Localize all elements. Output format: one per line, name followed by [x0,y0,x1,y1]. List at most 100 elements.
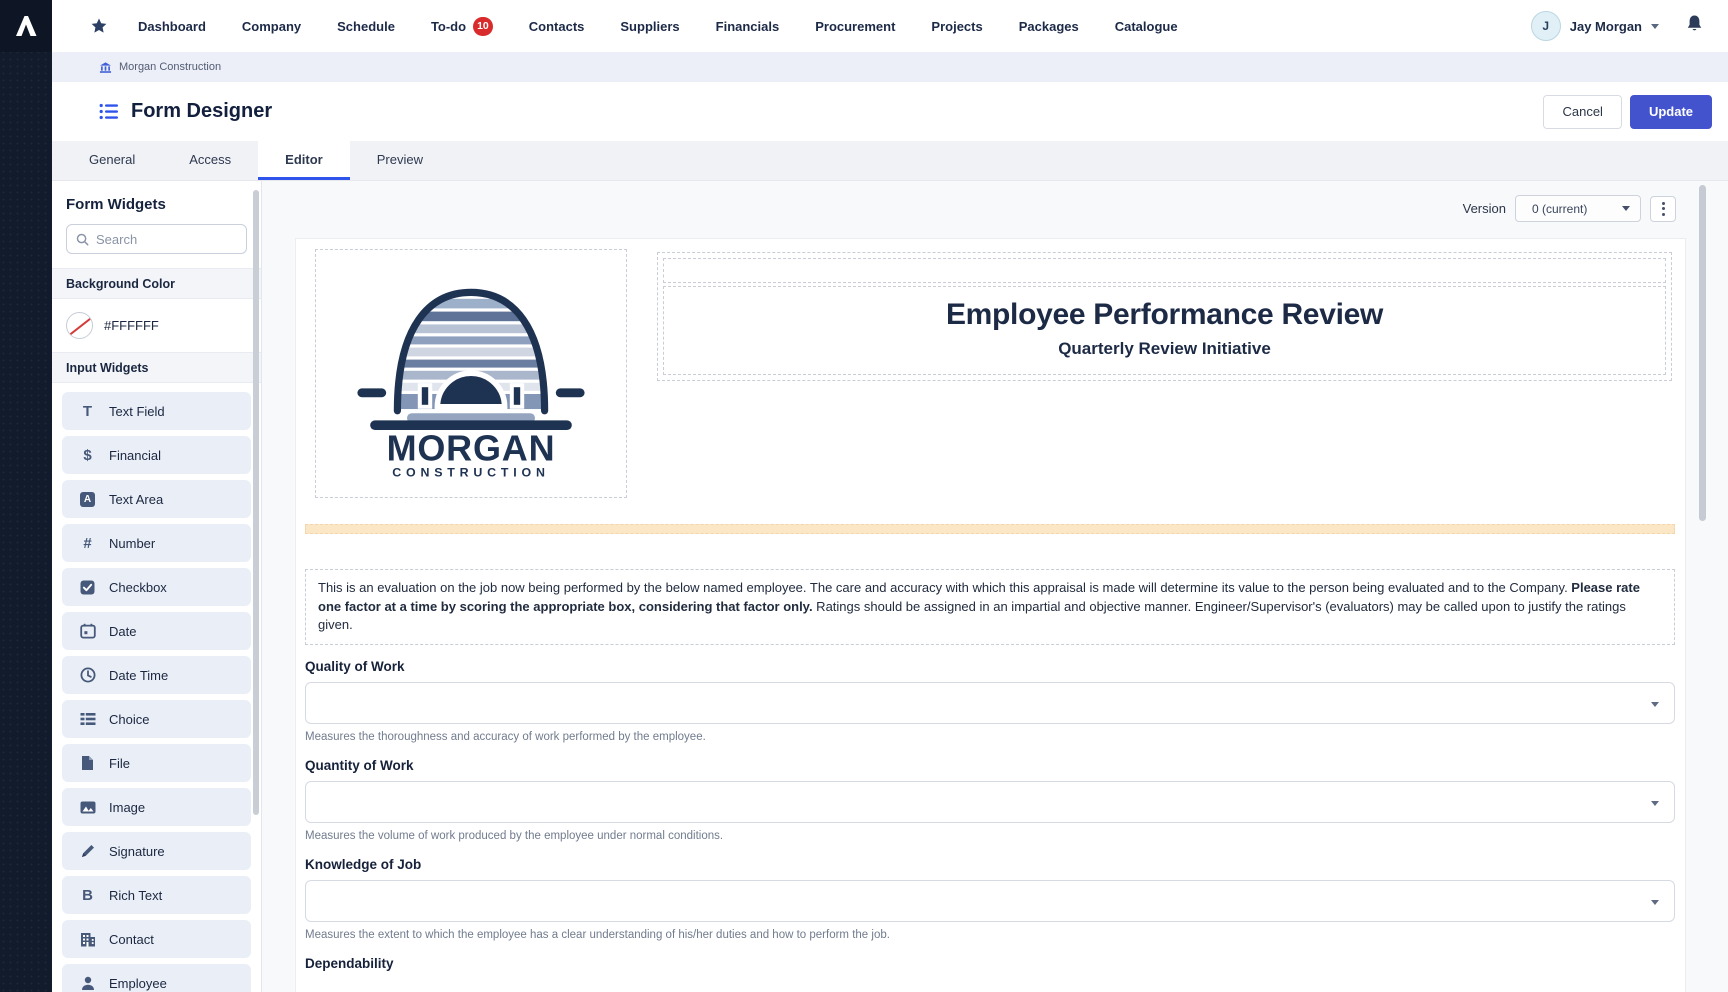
signature-pen-icon [79,843,96,859]
company-bank-icon [99,61,112,74]
widget-label: Image [109,800,145,815]
background-color-swatch[interactable] [66,312,93,339]
widget-choice[interactable]: Choice [62,700,251,738]
nav-item-dashboard[interactable]: Dashboard [138,19,206,34]
widget-contact[interactable]: Contact [62,920,251,958]
nav-item-schedule[interactable]: Schedule [337,19,395,34]
logo-text-construction: CONSTRUCTION [392,465,549,479]
logo-widget[interactable]: MORGAN CONSTRUCTION [315,249,627,498]
search-icon [76,233,89,246]
field-select[interactable] [305,880,1675,922]
user-menu[interactable]: J Jay Morgan [1531,11,1659,41]
choice-list-icon [79,712,96,726]
notifications-bell-icon[interactable] [1685,14,1704,39]
file-icon [79,755,96,771]
page-title: Form Designer [131,100,272,123]
title-placeholder [663,258,1666,283]
select-caret-icon [1651,702,1659,707]
widget-file[interactable]: File [62,744,251,782]
nav-items: Dashboard Company Schedule To-do 10 Cont… [138,17,1178,36]
nav-item-todo[interactable]: To-do 10 [431,17,493,36]
nav-item-suppliers[interactable]: Suppliers [620,19,679,34]
widget-rich-text[interactable]: B Rich Text [62,876,251,914]
widget-search[interactable] [66,224,247,254]
divider-widget[interactable] [305,524,1675,534]
section-input-widgets: Input Widgets [52,352,261,383]
widget-employee[interactable]: Employee [62,964,251,992]
background-color-value: #FFFFFF [104,318,159,333]
tab-editor[interactable]: Editor [258,141,350,180]
widget-date-time[interactable]: Date Time [62,656,251,694]
version-label: Version [1463,201,1506,216]
employee-person-icon [79,976,96,991]
widget-label: Number [109,536,155,551]
rich-text-icon: B [79,887,96,904]
description-lead: This is an evaluation on the job now bei… [318,580,1571,595]
cancel-button[interactable]: Cancel [1543,95,1621,129]
version-select[interactable]: 0 (current) [1515,195,1641,222]
widget-checkbox[interactable]: Checkbox [62,568,251,606]
widget-image[interactable]: Image [62,788,251,826]
tab-general[interactable]: General [62,141,162,180]
tab-access[interactable]: Access [162,141,258,180]
nav-item-company[interactable]: Company [242,19,301,34]
header-actions: Cancel Update [1543,95,1712,129]
widget-financial[interactable]: $ Financial [62,436,251,474]
field-select[interactable] [305,781,1675,823]
widget-label: Checkbox [109,580,167,595]
field-label: Dependability [305,956,1675,971]
main-scrollbar[interactable] [1699,185,1706,521]
version-value: 0 (current) [1532,202,1587,216]
form-widgets-sidebar: Form Widgets Background Color #FFFFFF In… [52,181,262,992]
nav-item-todo-label: To-do [431,19,466,34]
widget-number[interactable]: # Number [62,524,251,562]
nav-item-financials[interactable]: Financials [716,19,780,34]
widget-label: Employee [109,976,167,991]
field-quality-of-work[interactable]: Quality of Work Measures the thoroughnes… [305,659,1675,744]
widget-list: T Text Field $ Financial A Text Area # N… [52,383,261,992]
editor-main: Version 0 (current) [262,181,1728,992]
logo-text-morgan: MORGAN [387,427,556,468]
version-row: Version 0 (current) [1463,195,1676,222]
widget-date[interactable]: Date [62,612,251,650]
title-box: Employee Performance Review Quarterly Re… [663,286,1666,375]
widget-label: Choice [109,712,149,727]
title-widget[interactable]: Employee Performance Review Quarterly Re… [657,252,1672,381]
field-quantity-of-work[interactable]: Quantity of Work Measures the volume of … [305,758,1675,843]
search-input[interactable] [96,232,236,247]
widget-label: Contact [109,932,154,947]
widget-text-field[interactable]: T Text Field [62,392,251,430]
field-label: Quality of Work [305,659,1675,674]
nav-item-catalogue[interactable]: Catalogue [1115,19,1178,34]
app-window: Dashboard Company Schedule To-do 10 Cont… [0,0,1728,992]
breadcrumb-company[interactable]: Morgan Construction [119,61,221,73]
widget-text-area[interactable]: A Text Area [62,480,251,518]
background-color-row: #FFFFFF [52,299,261,352]
select-caret-icon [1651,801,1659,806]
form-canvas: MORGAN CONSTRUCTION Employee Performance… [295,238,1686,992]
update-button[interactable]: Update [1630,95,1712,129]
checkbox-icon [79,580,96,595]
widget-label: Text Field [109,404,165,419]
sidebar-scrollbar[interactable] [253,190,259,815]
field-dependability[interactable]: Dependability [305,956,1675,971]
chevron-down-icon [1651,24,1659,29]
nav-item-packages[interactable]: Packages [1019,19,1079,34]
nav-item-contacts[interactable]: Contacts [529,19,585,34]
nav-item-procurement[interactable]: Procurement [815,19,895,34]
tab-preview[interactable]: Preview [350,141,450,180]
field-select[interactable] [305,682,1675,724]
archdesk-a-icon [13,13,39,39]
breadcrumb: Morgan Construction [52,52,1728,82]
description-widget[interactable]: This is an evaluation on the job now bei… [305,569,1675,645]
widget-label: File [109,756,130,771]
nav-item-projects[interactable]: Projects [931,19,982,34]
widget-signature[interactable]: Signature [62,832,251,870]
version-menu-button[interactable] [1650,196,1676,222]
form-subtitle: Quarterly Review Initiative [672,339,1657,359]
field-knowledge-of-job[interactable]: Knowledge of Job Measures the extent to … [305,857,1675,942]
widget-label: Signature [109,844,165,859]
archdesk-logo[interactable] [0,0,52,52]
calendar-icon [79,623,96,639]
favorite-star-icon[interactable] [90,17,108,35]
